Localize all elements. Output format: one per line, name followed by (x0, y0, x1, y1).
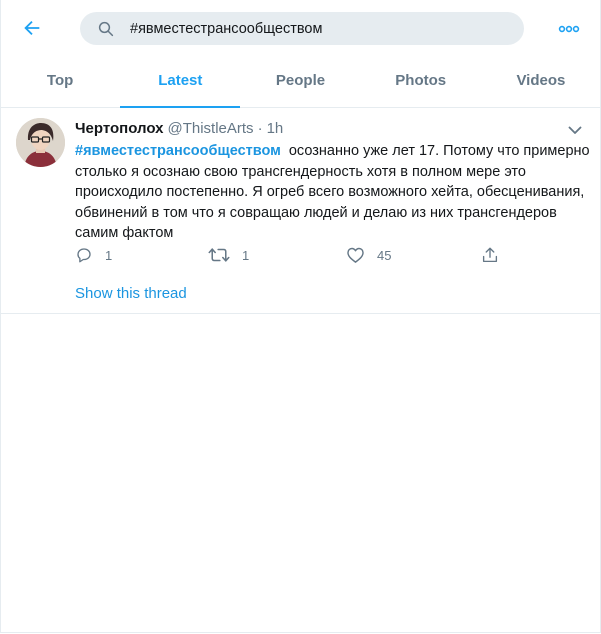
heart-icon (347, 247, 364, 263)
search-input[interactable] (130, 20, 510, 37)
user-handle[interactable]: @ThistleArts (167, 120, 253, 137)
reply-count: 1 (105, 247, 113, 263)
search-tabs: Top Latest People Photos Videos (0, 58, 601, 108)
tweet-menu-button[interactable] (566, 122, 584, 138)
tweet[interactable]: Чертополох @ThistleArts · 1h #явместестранс… (0, 108, 601, 314)
tweet-header: Чертополох @ThistleArts · 1h (75, 120, 283, 138)
hashtag-link[interactable]: #явместестрансообществом (75, 143, 281, 159)
retweet-button[interactable]: 1 (208, 244, 249, 266)
more-options-button[interactable] (556, 16, 582, 42)
tab-videos[interactable]: Videos (481, 58, 601, 107)
retweet-icon (208, 248, 230, 262)
tweet-actions: 1 1 45 (75, 244, 515, 266)
avatar[interactable] (16, 118, 65, 167)
chevron-down-icon (568, 126, 582, 134)
tab-latest[interactable]: Latest (120, 58, 241, 108)
tab-people[interactable]: People (240, 58, 360, 107)
search-header (0, 0, 601, 56)
back-button[interactable] (18, 14, 46, 42)
share-icon (482, 247, 498, 263)
arrow-left-icon (24, 20, 40, 36)
reply-icon (77, 248, 91, 263)
display-name[interactable]: Чертополох (75, 120, 163, 137)
like-button[interactable]: 45 (346, 244, 391, 266)
search-icon (96, 19, 116, 39)
tweet-text: #явместестрансообществом осознанно уже ле… (75, 141, 590, 244)
retweet-count: 1 (242, 247, 250, 263)
show-thread-link[interactable]: Show this thread (75, 285, 187, 302)
like-count: 45 (377, 247, 392, 263)
search-box[interactable] (80, 12, 524, 45)
tweet-timestamp[interactable]: 1h (267, 120, 284, 137)
more-horizontal-icon (558, 25, 580, 33)
tab-photos[interactable]: Photos (361, 58, 481, 107)
tab-top[interactable]: Top (0, 58, 120, 107)
share-button[interactable] (481, 244, 499, 266)
reply-button[interactable]: 1 (75, 244, 112, 266)
separator-dot: · (257, 120, 263, 137)
